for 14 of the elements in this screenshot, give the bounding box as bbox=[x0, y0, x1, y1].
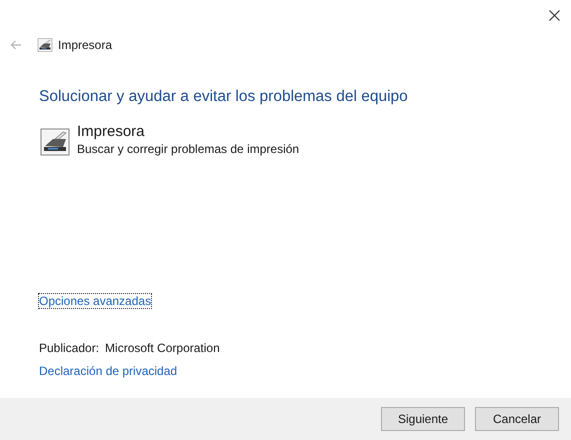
troubleshooter-name: Impresora bbox=[77, 123, 146, 142]
printer-icon bbox=[37, 37, 53, 53]
publisher-value: Microsoft Corporation bbox=[105, 340, 220, 357]
publisher-label: Publicador: bbox=[39, 340, 100, 357]
advanced-options-link[interactable]: Opciones avanzadas bbox=[39, 294, 152, 308]
printer-icon bbox=[39, 126, 71, 158]
window-title: Impresora bbox=[58, 37, 112, 54]
back-arrow-icon bbox=[10, 40, 22, 50]
close-icon bbox=[548, 10, 560, 20]
privacy-link[interactable]: Declaración de privacidad bbox=[39, 362, 178, 380]
page-heading: Solucionar y ayudar a evitar los problemas del equipo bbox=[39, 87, 409, 107]
cancel-button[interactable]: Cancelar bbox=[475, 407, 559, 431]
next-button[interactable]: Siguiente bbox=[381, 407, 465, 431]
troubleshooter-description: Buscar y corregir problemas de impresión bbox=[77, 142, 300, 157]
